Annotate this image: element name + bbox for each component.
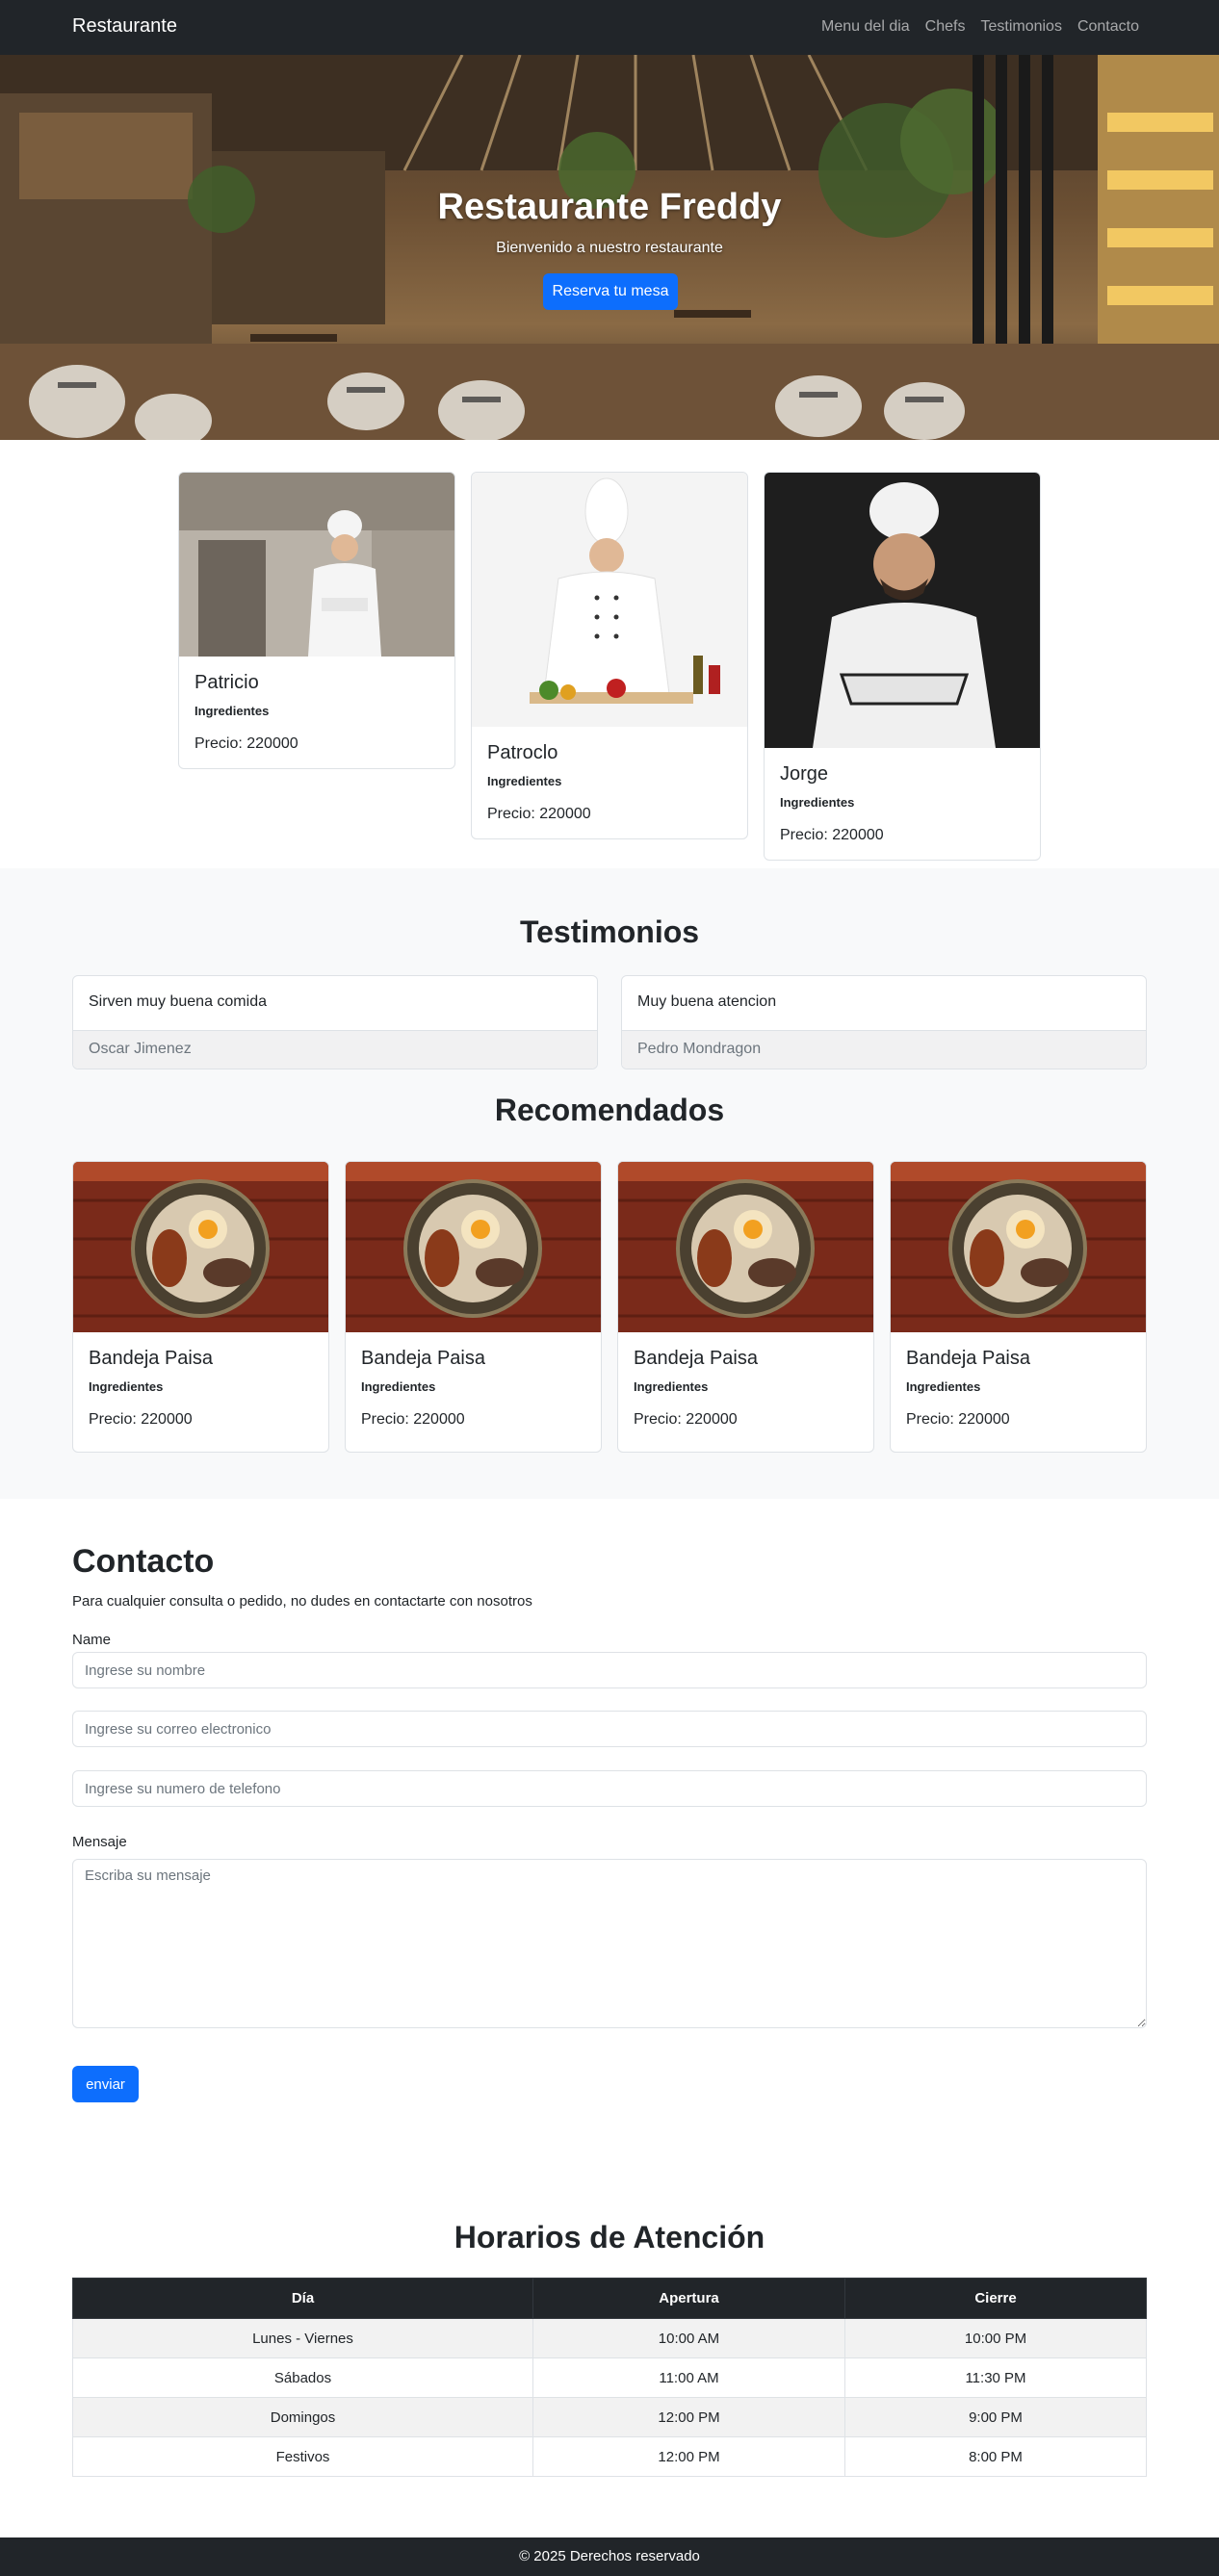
testimonial-text: Muy buena atencion	[637, 993, 777, 1010]
recomendados-title: Recomendados	[494, 1093, 725, 1127]
chef-photo	[765, 473, 1040, 748]
cell-apertura: 12:00 PM	[532, 2436, 845, 2477]
nav-link-testimonios[interactable]: Testimonios	[980, 18, 1061, 36]
contacto-description: Para cualquier consulta o pedido, no dud…	[72, 1593, 532, 1610]
testimonios-title: Testimonios	[519, 914, 700, 949]
chef-name: Jorge	[780, 763, 829, 785]
cell-cierre: 10:00 PM	[844, 2318, 1147, 2358]
dish-card: Bandeja Paisa Ingredientes Precio: 22000…	[890, 1161, 1147, 1453]
testimonial-card: Muy buena atencion Pedro Mondragon	[621, 975, 1147, 1069]
chef-card: Patroclo Ingredientes Precio: 220000	[471, 472, 748, 839]
phone-input[interactable]	[72, 1770, 1147, 1807]
chef-photo	[179, 473, 454, 657]
name-input[interactable]	[72, 1652, 1147, 1688]
navbar-brand[interactable]: Restaurante	[72, 15, 177, 38]
testimonial-card: Sirven muy buena comida Oscar Jimenez	[72, 975, 598, 1069]
name-label: Name	[72, 1632, 112, 1648]
chef-card: Patricio Ingredientes Precio: 220000	[178, 472, 455, 769]
cell-dia: Sábados	[72, 2357, 533, 2398]
hero-banner: Restaurante Freddy Bienvenido a nuestro …	[0, 55, 1219, 440]
dish-ingredients: Ingredientes	[634, 1379, 709, 1394]
chef-photo	[472, 473, 747, 727]
hours-header-row: Día Apertura Cierre	[72, 2278, 1147, 2319]
table-row: Domingos 12:00 PM 9:00 PM	[72, 2397, 1147, 2437]
hero-title: Restaurante Freddy	[437, 187, 782, 227]
chef-price: Precio: 220000	[487, 806, 591, 822]
dish-card: Bandeja Paisa Ingredientes Precio: 22000…	[617, 1161, 874, 1453]
header-apertura: Apertura	[532, 2278, 845, 2319]
cell-cierre: 8:00 PM	[844, 2436, 1147, 2477]
nav-link-menu-del-dia[interactable]: Menu del dia	[821, 18, 910, 36]
email-input[interactable]	[72, 1711, 1147, 1747]
table-row: Lunes - Viernes 10:00 AM 10:00 PM	[72, 2318, 1147, 2358]
dish-name: Bandeja Paisa	[906, 1348, 1030, 1369]
dish-name: Bandeja Paisa	[634, 1348, 758, 1369]
header-dia: Día	[72, 2278, 533, 2319]
dish-price: Precio: 220000	[634, 1411, 738, 1428]
dish-ingredients: Ingredientes	[89, 1379, 164, 1394]
dish-photo	[891, 1162, 1146, 1332]
nav-links: Menu del dia Chefs Testimonios Contacto	[821, 18, 1139, 36]
chef-price: Precio: 220000	[780, 827, 884, 843]
footer: © 2025 Derechos reservado	[0, 2537, 1219, 2576]
chef-price: Precio: 220000	[195, 735, 298, 752]
dish-photo	[346, 1162, 601, 1332]
cell-apertura: 11:00 AM	[532, 2357, 845, 2398]
dish-name: Bandeja Paisa	[89, 1348, 213, 1369]
dish-card: Bandeja Paisa Ingredientes Precio: 22000…	[72, 1161, 329, 1453]
chef-ingredients: Ingredientes	[780, 795, 855, 810]
cell-dia: Domingos	[72, 2397, 533, 2437]
dish-ingredients: Ingredientes	[906, 1379, 981, 1394]
cell-dia: Festivos	[72, 2436, 533, 2477]
chef-name: Patroclo	[487, 742, 558, 763]
cell-dia: Lunes - Viernes	[72, 2318, 533, 2358]
hero-subtitle: Bienvenido a nuestro restaurante	[496, 240, 723, 256]
chef-ingredients: Ingredientes	[487, 774, 562, 788]
cell-apertura: 12:00 PM	[532, 2397, 845, 2437]
cell-cierre: 11:30 PM	[844, 2357, 1147, 2398]
dish-photo	[618, 1162, 873, 1332]
nav-link-contacto[interactable]: Contacto	[1077, 18, 1139, 36]
chef-card: Jorge Ingredientes Precio: 220000	[764, 472, 1041, 861]
testimonial-author: Pedro Mondragon	[622, 1030, 1146, 1069]
cell-cierre: 9:00 PM	[844, 2397, 1147, 2437]
dish-price: Precio: 220000	[89, 1411, 193, 1428]
send-button[interactable]: enviar	[72, 2066, 139, 2102]
cell-apertura: 10:00 AM	[532, 2318, 845, 2358]
contacto-title: Contacto	[72, 1543, 215, 1580]
testimonial-author: Oscar Jimenez	[73, 1030, 597, 1069]
nav-link-chefs[interactable]: Chefs	[925, 18, 966, 36]
table-row: Sábados 11:00 AM 11:30 PM	[72, 2357, 1147, 2398]
hours-table: Día Apertura Cierre Lunes - Viernes 10:0…	[72, 2278, 1147, 2477]
message-textarea[interactable]	[72, 1859, 1147, 2028]
dish-price: Precio: 220000	[361, 1411, 465, 1428]
footer-copyright: © 2025 Derechos reservado	[519, 2548, 700, 2564]
dish-ingredients: Ingredientes	[361, 1379, 436, 1394]
dish-name: Bandeja Paisa	[361, 1348, 485, 1369]
horarios-title: Horarios de Atención	[454, 2220, 765, 2254]
message-label: Mensaje	[72, 1834, 127, 1850]
navbar: Restaurante Menu del dia Chefs Testimoni…	[0, 0, 1219, 55]
chef-name: Patricio	[195, 672, 259, 693]
reserve-table-button[interactable]: Reserva tu mesa	[543, 273, 678, 310]
dish-photo	[73, 1162, 328, 1332]
table-row: Festivos 12:00 PM 8:00 PM	[72, 2436, 1147, 2477]
dish-price: Precio: 220000	[906, 1411, 1010, 1428]
dish-card: Bandeja Paisa Ingredientes Precio: 22000…	[345, 1161, 602, 1453]
chef-ingredients: Ingredientes	[195, 704, 270, 718]
header-cierre: Cierre	[844, 2278, 1147, 2319]
testimonial-text: Sirven muy buena comida	[89, 993, 267, 1010]
